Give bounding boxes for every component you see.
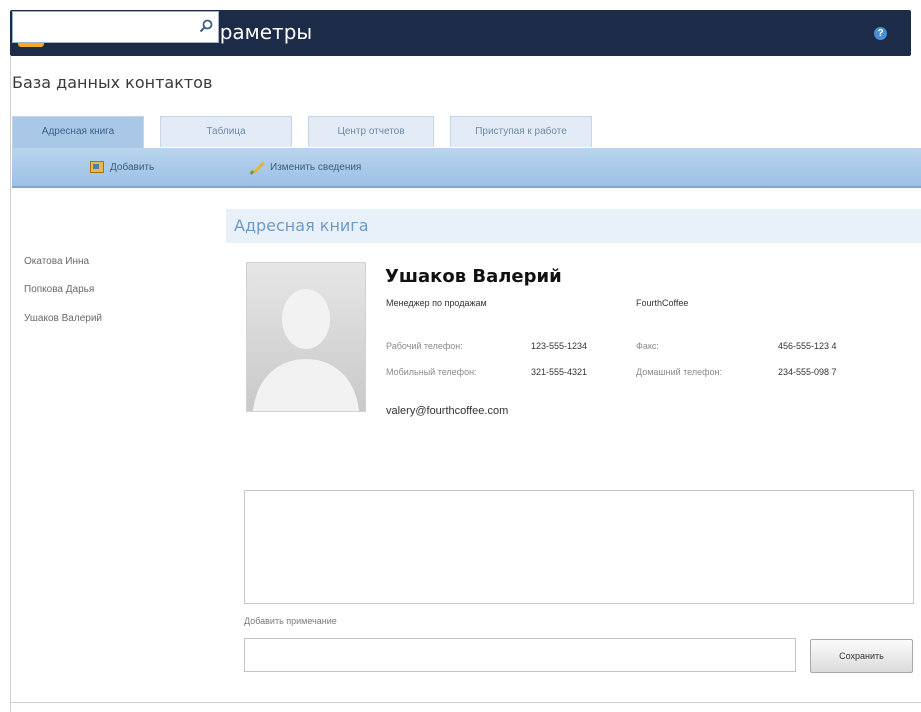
window-border-bottom (10, 702, 921, 703)
tab-getting-started[interactable]: Приступая к работе (450, 116, 592, 147)
contact-name: Ушаков Валерий (385, 266, 562, 287)
add-contact-icon (90, 161, 104, 173)
add-contact-button[interactable]: Добавить (90, 158, 154, 176)
mobile-phone-label: Мобильный телефон: (386, 367, 477, 377)
add-note-input[interactable] (244, 638, 796, 672)
person-silhouette-icon (253, 289, 359, 411)
search-icon[interactable] (198, 18, 214, 34)
section-header: Адресная книга (226, 209, 921, 243)
work-phone-label: Рабочий телефон: (386, 341, 463, 351)
contact-photo-placeholder (246, 262, 366, 412)
page-title: База данных контактов (12, 73, 213, 92)
contact-list-item[interactable]: Попкова Дарья (24, 284, 94, 295)
window-border-left (10, 56, 11, 712)
work-phone-value: 123-555-1234 (531, 341, 588, 351)
help-icon[interactable]: ? (874, 27, 887, 40)
ribbon-toolbar: Добавить Изменить сведения (12, 148, 921, 188)
notes-display (244, 490, 914, 604)
tab-reports-center[interactable]: Центр отчетов (308, 116, 434, 147)
edit-details-label: Изменить сведения (270, 161, 362, 173)
contact-list-item[interactable]: Окатова Инна (24, 256, 89, 267)
home-phone-label: Домашний телефон: (636, 367, 723, 377)
tab-table[interactable]: Таблица (160, 116, 292, 147)
tab-address-book[interactable]: Адресная книга (12, 116, 144, 149)
mobile-phone-value: 321-555-4321 (531, 367, 588, 377)
fax-label: Факс: (636, 341, 659, 351)
search-box (12, 11, 219, 43)
search-input[interactable] (13, 12, 195, 40)
fax-value: 456-555-123 4 (778, 341, 837, 351)
section-title: Адресная книга (234, 216, 369, 235)
save-button[interactable]: Сохранить (810, 639, 913, 673)
edit-icon (250, 160, 264, 174)
company-name: FourthCoffee (636, 298, 689, 308)
edit-details-button[interactable]: Изменить сведения (250, 158, 361, 176)
job-title: Менеджер по продажам (386, 298, 487, 308)
contact-email[interactable]: valery@fourthcoffee.com (386, 405, 508, 417)
home-phone-value: 234-555-098 7 (778, 367, 837, 377)
add-note-label: Добавить примечание (244, 616, 337, 626)
contact-list-item[interactable]: Ушаков Валерий (24, 313, 102, 324)
add-contact-label: Добавить (110, 161, 155, 173)
